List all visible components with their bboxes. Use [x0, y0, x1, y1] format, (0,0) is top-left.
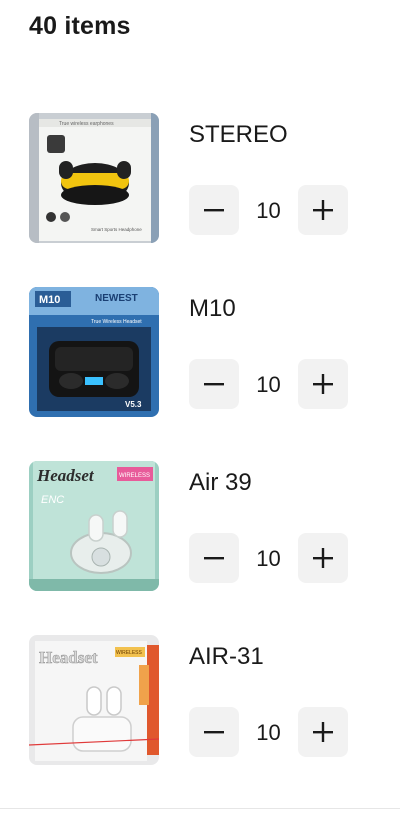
svg-text:V5.3: V5.3: [125, 400, 142, 409]
item-name: Air 39: [189, 469, 252, 496]
plus-icon: [313, 548, 333, 568]
quantity-value: 10: [256, 720, 281, 745]
svg-text:M10: M10: [39, 294, 60, 306]
minus-icon: [204, 557, 224, 560]
svg-text:WIRELESS: WIRELESS: [116, 650, 143, 656]
svg-text:True Wireless Headset: True Wireless Headset: [91, 319, 142, 325]
minus-icon: [204, 383, 224, 386]
item-name: STEREO: [189, 121, 288, 148]
quantity-value: 10: [256, 546, 281, 571]
quantity-stepper: 10: [189, 359, 349, 411]
increase-button[interactable]: [298, 707, 348, 757]
list-item: Headset WIRELESS ENC Air 39 10: [29, 461, 369, 591]
item-name: M10: [189, 295, 236, 322]
svg-text:NEWEST: NEWEST: [95, 293, 138, 304]
plus-icon: [313, 374, 333, 394]
decrease-button[interactable]: [189, 359, 239, 409]
divider: [0, 808, 400, 809]
quantity-stepper: 10: [189, 185, 349, 237]
svg-text:Headset: Headset: [36, 466, 95, 485]
minus-icon: [204, 731, 224, 734]
product-image[interactable]: Headset WIRELESS ENC: [29, 461, 159, 591]
list-item: M10 NEWEST True Wireless Headset V5.3 M1…: [29, 287, 369, 417]
list-item: Headset WIRELESS AIR-31 10: [29, 635, 369, 765]
list-item: True wireless earphones Smart Sports Hea…: [29, 113, 369, 243]
minus-icon: [204, 209, 224, 212]
quantity-stepper: 10: [189, 707, 349, 759]
item-name: AIR-31: [189, 643, 264, 670]
product-image[interactable]: Headset WIRELESS: [29, 635, 159, 765]
svg-text:WIRELESS: WIRELESS: [119, 473, 150, 479]
svg-text:ENC: ENC: [41, 494, 64, 506]
quantity-value: 10: [256, 372, 281, 397]
increase-button[interactable]: [298, 533, 348, 583]
product-image[interactable]: True wireless earphones Smart Sports Hea…: [29, 113, 159, 243]
svg-text:Smart Sports Headphone: Smart Sports Headphone: [91, 227, 142, 232]
decrease-button[interactable]: [189, 533, 239, 583]
page-title: 40 items: [29, 12, 131, 40]
quantity-value: 10: [256, 198, 281, 223]
quantity-stepper: 10: [189, 533, 349, 585]
decrease-button[interactable]: [189, 185, 239, 235]
svg-text:Headset: Headset: [39, 648, 98, 667]
plus-icon: [313, 722, 333, 742]
increase-button[interactable]: [298, 359, 348, 409]
decrease-button[interactable]: [189, 707, 239, 757]
product-image[interactable]: M10 NEWEST True Wireless Headset V5.3: [29, 287, 159, 417]
svg-text:True wireless earphones: True wireless earphones: [59, 121, 114, 127]
plus-icon: [313, 200, 333, 220]
increase-button[interactable]: [298, 185, 348, 235]
